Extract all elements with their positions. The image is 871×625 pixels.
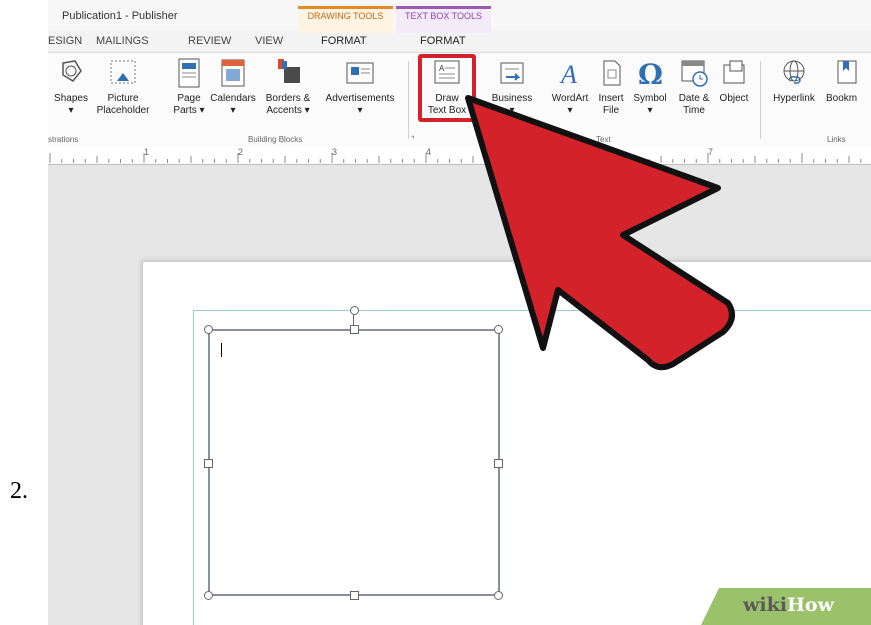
step-number: 2.: [10, 478, 28, 504]
pointer-arrow-icon: [465, 95, 735, 371]
wikihow-logo: wikiHow: [743, 594, 834, 616]
publisher-window: Publication1 - Publisher DRAWING TOOLS T…: [48, 0, 871, 625]
